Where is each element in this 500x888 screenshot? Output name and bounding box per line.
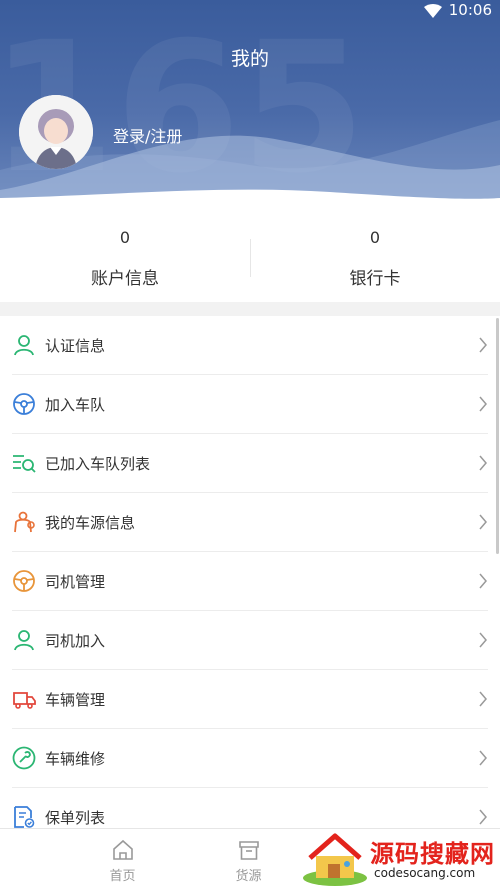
chevron-right-icon xyxy=(479,337,487,353)
box-icon xyxy=(238,841,259,860)
profile-header: 165 10:06 我的 登录/注册 xyxy=(0,0,500,205)
menu-item-label: 保单列表 xyxy=(45,809,106,827)
avatar[interactable] xyxy=(19,95,93,169)
menu-item-my-vehicle-source[interactable]: 我的车源信息 xyxy=(0,493,500,552)
menu-item-label: 认证信息 xyxy=(45,337,106,355)
menu-item-joined-fleets[interactable]: 已加入车队列表 xyxy=(0,434,500,493)
chevron-right-icon xyxy=(479,455,487,471)
stat-value: 0 xyxy=(119,228,131,247)
tab-label: 首页 xyxy=(109,869,136,884)
menu-item-policy-list[interactable]: 保单列表 xyxy=(0,788,500,828)
menu-item-label: 我的车源信息 xyxy=(45,514,136,532)
person-icon xyxy=(14,630,34,651)
menu-item-label: 车辆管理 xyxy=(45,691,106,709)
menu-item-certification[interactable]: 认证信息 xyxy=(0,316,500,375)
chevron-right-icon xyxy=(479,396,487,412)
truck-icon xyxy=(13,692,36,709)
chevron-right-icon xyxy=(479,514,487,530)
menu-item-label: 加入车队 xyxy=(45,396,106,414)
chevron-right-icon xyxy=(479,632,487,648)
chevron-right-icon xyxy=(479,750,487,766)
tab-home[interactable]: 首页 xyxy=(60,829,185,888)
stat-bank-card[interactable]: 0 银行卡 xyxy=(250,205,500,302)
watermark-title: 源码搜藏网 xyxy=(370,840,495,868)
steering-wheel-icon xyxy=(13,393,35,415)
watermark-url: codesocang.com xyxy=(374,866,476,880)
house-logo-icon xyxy=(303,833,367,886)
status-bar: 10:06 xyxy=(0,0,500,22)
person-pin-icon xyxy=(14,511,35,533)
wrench-icon xyxy=(12,746,36,770)
document-icon xyxy=(14,806,35,828)
page-title: 我的 xyxy=(230,48,269,70)
site-watermark: 源码搜藏网 codesocang.com xyxy=(300,828,500,888)
home-icon xyxy=(112,839,133,860)
chevron-right-icon xyxy=(479,691,487,707)
scrollbar[interactable] xyxy=(496,318,499,554)
stat-label: 银行卡 xyxy=(349,269,401,289)
tab-label: 货源 xyxy=(235,869,262,884)
menu-item-label: 已加入车队列表 xyxy=(45,455,151,473)
chevron-right-icon xyxy=(479,809,487,825)
menu-item-join-fleet[interactable]: 加入车队 xyxy=(0,375,500,434)
steering-wheel-icon xyxy=(13,570,35,592)
login-register-link[interactable]: 登录/注册 xyxy=(113,123,182,147)
menu-item-label: 司机加入 xyxy=(45,632,106,650)
menu-list: 认证信息 加入车队 已加入车队列表 我的车源信息 司机管理 司机加入 车辆管理 … xyxy=(0,316,500,828)
wifi-icon xyxy=(424,4,442,18)
chevron-right-icon xyxy=(479,573,487,589)
menu-item-label: 车辆维修 xyxy=(45,750,106,768)
status-time: 10:06 xyxy=(448,1,492,19)
menu-item-vehicle-management[interactable]: 车辆管理 xyxy=(0,670,500,729)
account-stats: 0 账户信息 0 银行卡 xyxy=(0,205,500,302)
avatar-icon xyxy=(19,95,93,169)
person-icon xyxy=(14,335,34,356)
menu-item-driver-management[interactable]: 司机管理 xyxy=(0,552,500,611)
stat-label: 账户信息 xyxy=(91,269,159,289)
menu-item-driver-join[interactable]: 司机加入 xyxy=(0,611,500,670)
tab-cargo-source[interactable]: 货源 xyxy=(186,829,311,888)
stat-account-info[interactable]: 0 账户信息 xyxy=(0,205,250,302)
menu-item-vehicle-repair[interactable]: 车辆维修 xyxy=(0,729,500,788)
stat-value: 0 xyxy=(369,228,381,247)
menu-item-label: 司机管理 xyxy=(45,573,106,591)
list-search-icon xyxy=(13,455,36,473)
